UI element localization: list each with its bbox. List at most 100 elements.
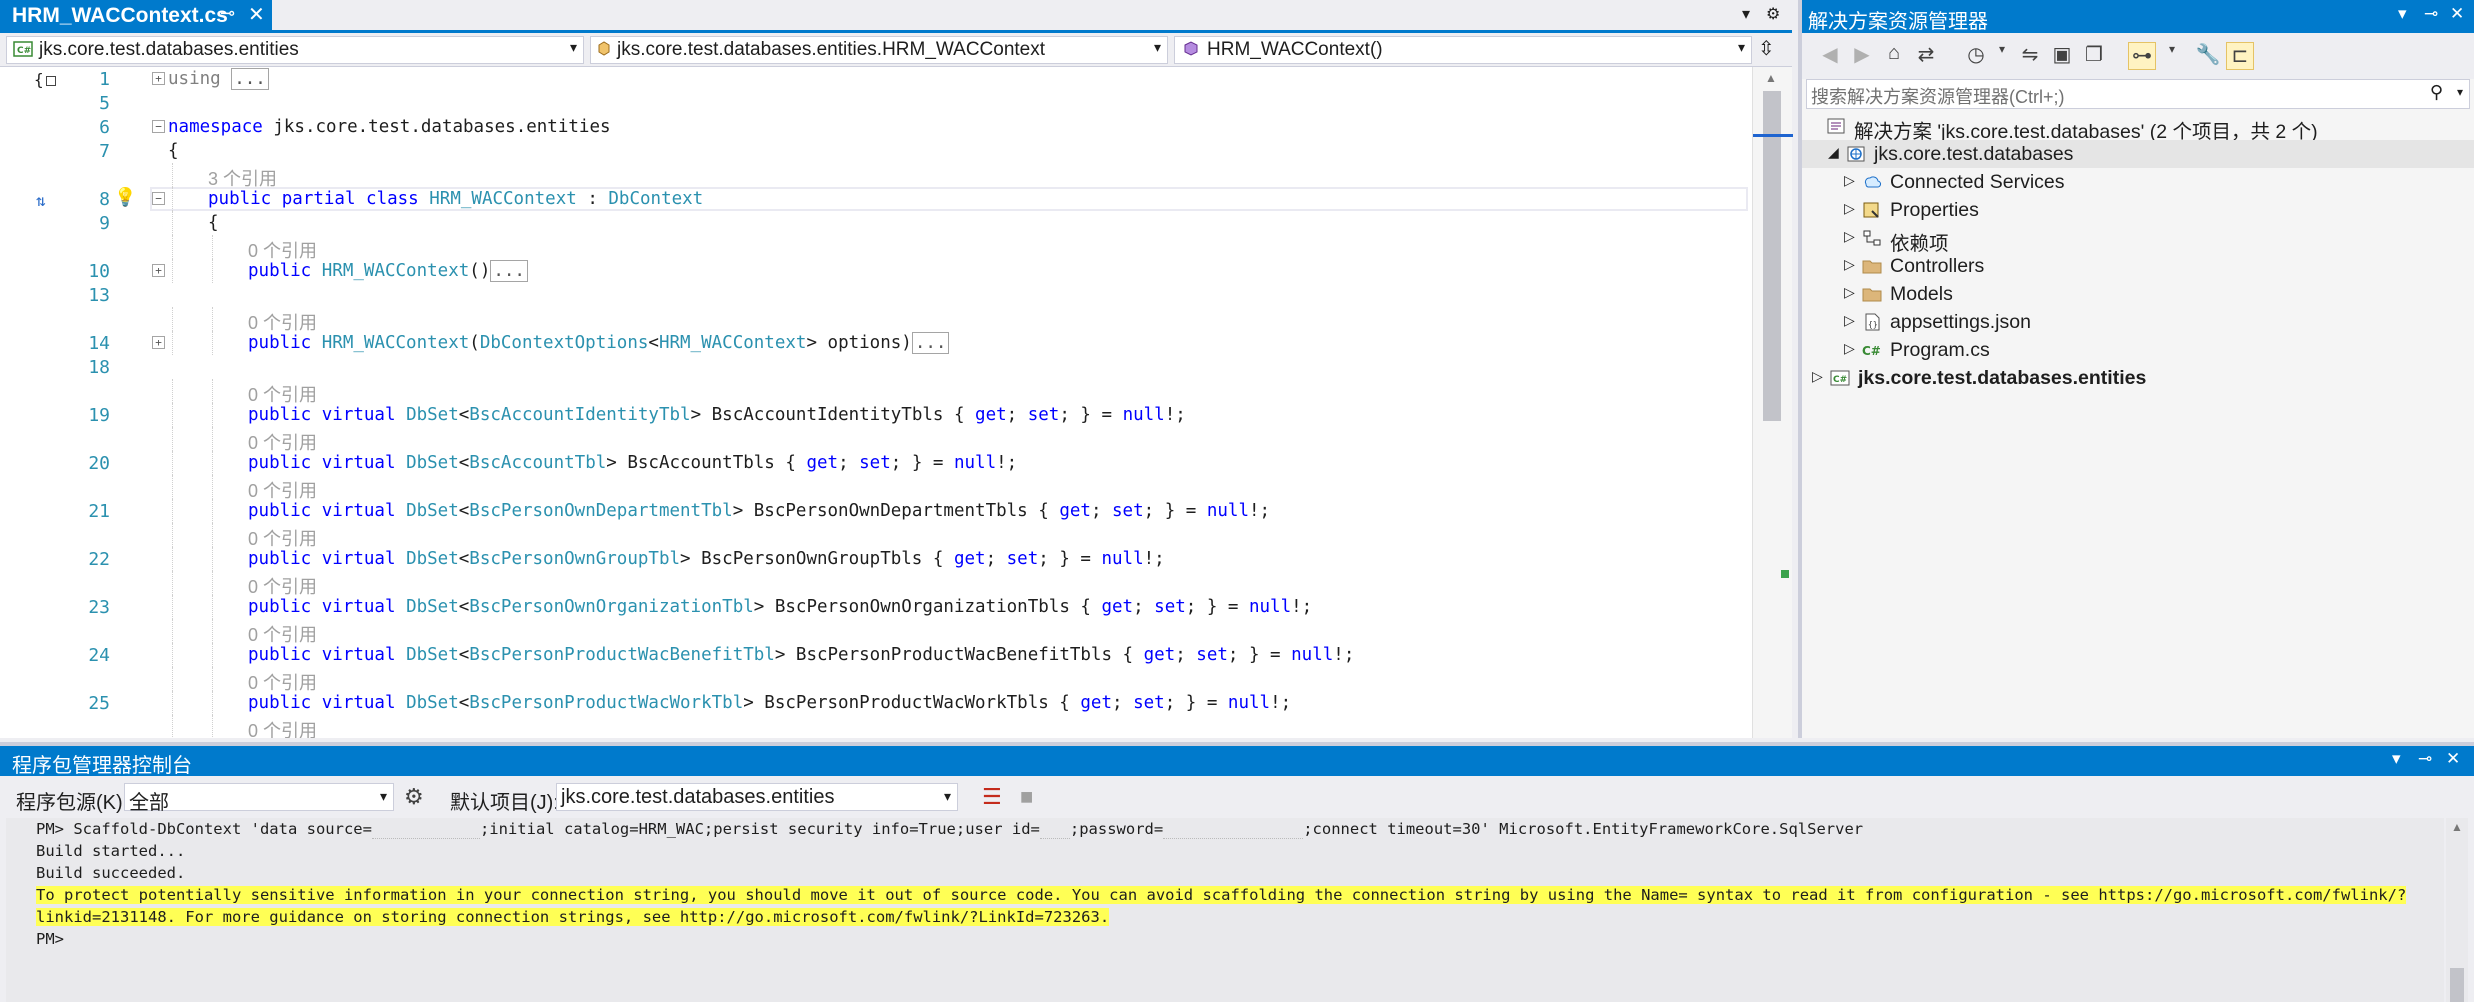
window-dropdown-icon[interactable]: ▾ bbox=[2392, 749, 2401, 769]
clear-console-icon[interactable]: ☰ bbox=[982, 784, 1002, 810]
close-icon[interactable]: ✕ bbox=[2446, 749, 2460, 769]
code-line: 10 + public HRM_WACContext()... bbox=[0, 259, 1748, 283]
svg-text:C#: C# bbox=[1862, 344, 1881, 358]
implementation-marker-icon[interactable]: ⇅ bbox=[36, 191, 46, 210]
forward-icon[interactable]: ▶ bbox=[1848, 42, 1876, 70]
code-text-area[interactable]: 1 + using ... 5 6− namespace jks.core.test.da… bbox=[0, 67, 1748, 738]
scroll-up-icon[interactable]: ▲ bbox=[2451, 820, 2463, 834]
settings-gear-icon[interactable]: ⚙ bbox=[404, 784, 424, 810]
change-marker bbox=[1781, 570, 1789, 578]
keyword-token: set bbox=[1006, 549, 1039, 569]
collapsed-region[interactable]: ... bbox=[231, 68, 269, 90]
code-token: ; bbox=[838, 453, 860, 473]
window-dropdown-icon[interactable]: ▾ bbox=[2398, 4, 2407, 24]
collapse-outline-icon[interactable]: − bbox=[152, 192, 165, 205]
console-prompt[interactable]: PM> bbox=[36, 930, 64, 952]
tree-node[interactable]: ▷ Controllers bbox=[1802, 252, 2474, 280]
expand-outline-icon[interactable]: + bbox=[152, 264, 165, 277]
code-token: ; bbox=[1175, 645, 1197, 665]
pin-icon[interactable]: ⊸ bbox=[2418, 749, 2432, 769]
expand-node-icon[interactable]: ▷ bbox=[1812, 368, 1823, 385]
close-icon[interactable]: ✕ bbox=[2450, 4, 2464, 24]
search-options-dropdown-icon[interactable]: ▾ bbox=[2457, 85, 2463, 99]
code-text: public virtual DbSet<BscAccountIdentityT… bbox=[248, 405, 1186, 425]
collapsed-region[interactable]: ... bbox=[490, 260, 528, 282]
properties-wrench-icon[interactable]: 🔧 bbox=[2194, 42, 2222, 70]
back-icon[interactable]: ◀ bbox=[1816, 42, 1844, 70]
indent-guide bbox=[212, 259, 213, 283]
expand-outline-icon[interactable]: + bbox=[152, 72, 165, 85]
scrollbar-thumb[interactable] bbox=[2450, 968, 2464, 1002]
tree-node[interactable]: ▷ C# Program.cs bbox=[1802, 336, 2474, 364]
home-icon[interactable]: ⌂ bbox=[1880, 42, 1908, 70]
code-token: ; } = bbox=[1164, 693, 1228, 713]
tree-node[interactable]: ▷ 依赖项 bbox=[1802, 224, 2474, 255]
tree-node[interactable]: 解决方案 'jks.core.test.databases' (2 个项目，共 … bbox=[1802, 112, 2474, 143]
collapse-node-icon[interactable]: ◢ bbox=[1828, 144, 1839, 161]
type-token: BscAccountTbl bbox=[469, 453, 607, 473]
redacted-text bbox=[371, 820, 480, 839]
tree-node[interactable]: ▷ Connected Services bbox=[1802, 168, 2474, 196]
split-window-icon[interactable]: ⇳ bbox=[1758, 36, 1775, 61]
preview-icon[interactable]: ⊏ bbox=[2226, 42, 2254, 70]
scroll-up-icon[interactable]: ▲ bbox=[1765, 71, 1777, 85]
reference-count-line: 0 个引用 bbox=[0, 235, 1748, 261]
tree-node[interactable]: ▷ Models bbox=[1802, 280, 2474, 308]
indent-guide bbox=[172, 619, 173, 643]
console-output[interactable]: PM> Scaffold-DbContext 'data source= ;in… bbox=[6, 818, 2444, 1002]
project-dropdown-value: jks.core.test.databases.entities bbox=[39, 39, 299, 60]
code-text: public virtual DbSet<BscPersonOwnGroupTb… bbox=[248, 549, 1165, 569]
expand-node-icon[interactable]: ▷ bbox=[1844, 284, 1855, 301]
solution-search-input[interactable]: 搜索解决方案资源管理器(Ctrl+;) ⚲ ▾ bbox=[1806, 79, 2470, 109]
csharp-project-icon: C# bbox=[1830, 368, 1850, 388]
type-token: DbSet bbox=[406, 693, 459, 713]
lightbulb-icon[interactable]: 💡 bbox=[114, 187, 136, 208]
pin-icon[interactable]: ⊸ bbox=[220, 3, 235, 24]
codelens-reference-count[interactable]: 0 个引用 bbox=[248, 717, 317, 738]
type-token: BscPersonProductWacWorkTbl bbox=[469, 693, 744, 713]
tree-node[interactable]: ◢ jks.core.test.databases bbox=[1802, 140, 2474, 168]
filter-dropdown-icon[interactable]: ▾ bbox=[2158, 42, 2186, 70]
console-vertical-scrollbar[interactable]: ▲ bbox=[2446, 818, 2468, 1002]
tree-node[interactable]: ▷ {} appsettings.json bbox=[1802, 308, 2474, 336]
preview-selected-icon[interactable]: ⊶ bbox=[2128, 42, 2156, 70]
pending-dropdown-icon[interactable]: ▾ bbox=[1988, 42, 2016, 70]
scrollbar-thumb[interactable] bbox=[1763, 91, 1781, 421]
expand-node-icon[interactable]: ▷ bbox=[1844, 312, 1855, 329]
expand-outline-icon[interactable]: + bbox=[152, 336, 165, 349]
expand-node-icon[interactable]: ▷ bbox=[1844, 200, 1855, 217]
stop-command-icon[interactable]: ■ bbox=[1020, 784, 1033, 810]
settings-gear-icon[interactable]: ⚙ bbox=[1766, 4, 1780, 24]
tree-node[interactable]: ▷ Properties bbox=[1802, 196, 2474, 224]
expand-node-icon[interactable]: ▷ bbox=[1844, 340, 1855, 357]
code-token: ; } = bbox=[1038, 549, 1102, 569]
pending-changes-icon[interactable]: ◷ bbox=[1962, 42, 1990, 70]
member-dropdown[interactable]: HRM_WACContext() ▾ bbox=[1174, 36, 1752, 64]
editor-vertical-scrollbar[interactable]: ▲ bbox=[1752, 67, 1793, 738]
tree-node[interactable]: ▷ C# jks.core.test.databases.entities bbox=[1802, 364, 2474, 392]
default-project-dropdown[interactable]: jks.core.test.databases.entities ▾ bbox=[556, 783, 958, 811]
show-all-files-icon[interactable]: ❐ bbox=[2080, 42, 2108, 70]
indent-guide bbox=[212, 451, 213, 475]
package-source-dropdown[interactable]: 全部 ▾ bbox=[124, 783, 394, 814]
reference-count-line: 0 个引用 bbox=[0, 427, 1748, 453]
switch-views-icon[interactable]: ⇄ bbox=[1912, 42, 1940, 70]
project-dropdown[interactable]: C# jks.core.test.databases.entities ▾ bbox=[6, 36, 584, 64]
keyword-token: null bbox=[1291, 645, 1334, 665]
indent-guide bbox=[212, 307, 213, 331]
close-icon[interactable]: ✕ bbox=[248, 2, 265, 27]
tab-dropdown-icon[interactable]: ▾ bbox=[1742, 4, 1750, 24]
collapse-outline-icon[interactable]: − bbox=[152, 120, 165, 133]
class-dropdown[interactable]: jks.core.test.databases.entities.HRM_WAC… bbox=[590, 36, 1168, 64]
expand-node-icon[interactable]: ▷ bbox=[1844, 228, 1855, 245]
document-tab[interactable]: HRM_WACContext.cs ⊸ ✕ bbox=[0, 0, 272, 30]
pin-icon[interactable]: ⊸ bbox=[2424, 4, 2438, 24]
collapse-all-icon[interactable]: ▣ bbox=[2048, 42, 2076, 70]
expand-node-icon[interactable]: ▷ bbox=[1844, 172, 1855, 189]
code-line: 7{ bbox=[0, 139, 1748, 163]
expand-node-icon[interactable]: ▷ bbox=[1844, 256, 1855, 273]
search-icon[interactable]: ⚲ bbox=[2430, 82, 2443, 103]
sync-icon[interactable]: ⇋ bbox=[2016, 42, 2044, 70]
collapsed-region[interactable]: ... bbox=[911, 332, 950, 354]
